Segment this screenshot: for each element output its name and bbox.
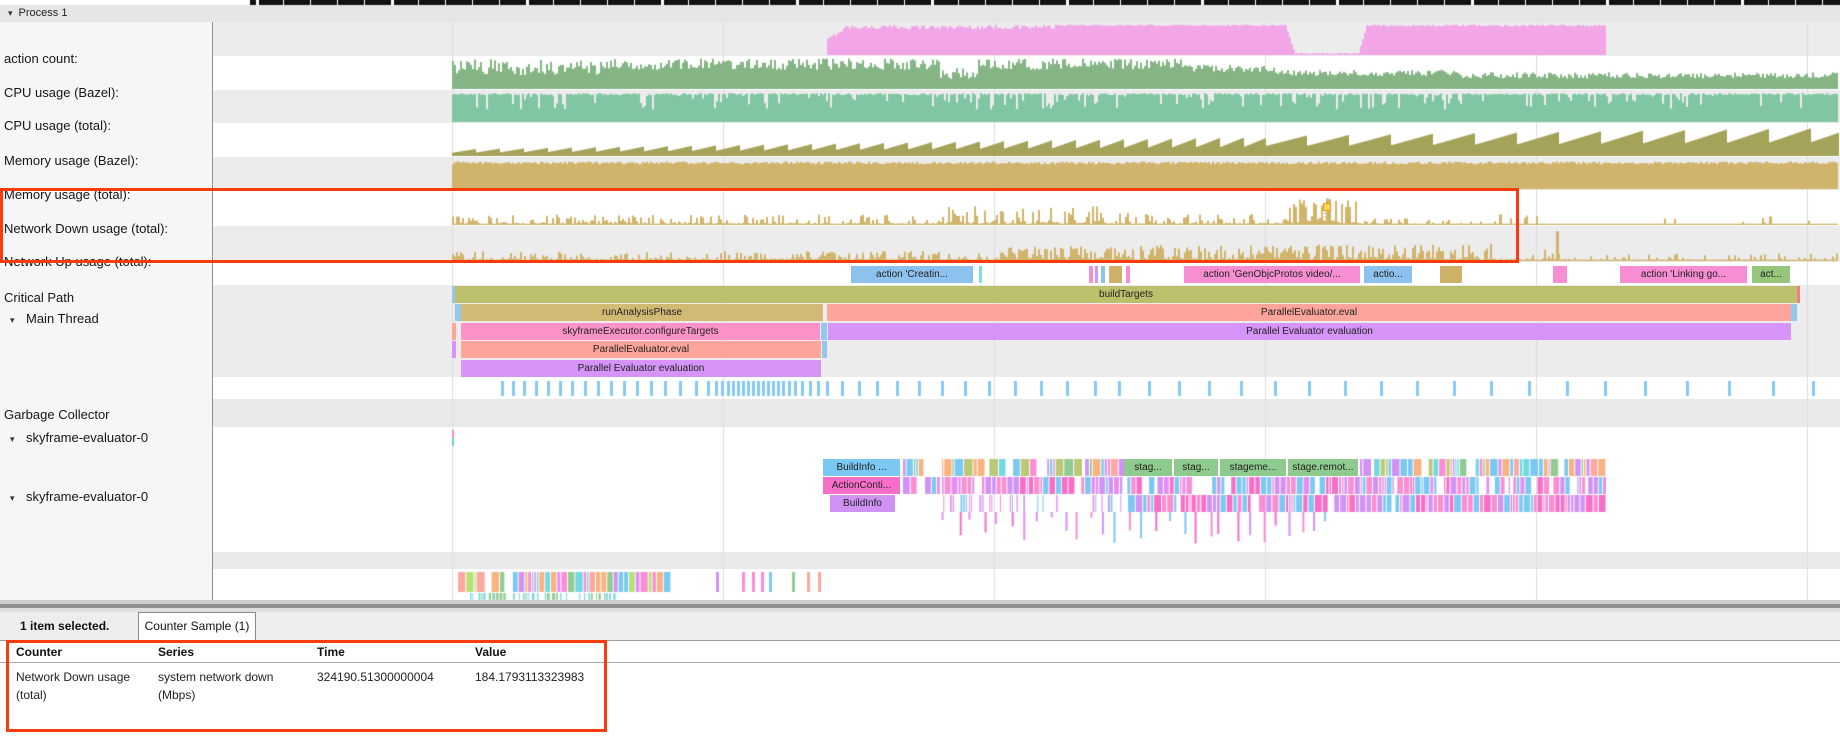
slice-fragment[interactable] [1101,266,1105,283]
track-label: skyframe-evaluator-0 [26,430,148,445]
slice[interactable]: ParallelEvaluator.eval [461,341,821,358]
slice[interactable]: action 'Creatin... [851,266,973,283]
slice[interactable]: runAnalysisPhase [461,304,823,321]
table-cell: (total) [16,686,47,704]
track-label: Memory usage (total): [4,187,130,202]
selection-status: 1 item selected. [20,612,109,640]
slice[interactable]: stageme... [1220,459,1286,476]
table-cell: 184.1793113323983 [475,668,584,686]
sidebar-item-memory-usage-bazel[interactable]: Memory usage (Bazel): [0,153,214,169]
slice[interactable]: ParallelEvaluator.eval [827,304,1791,321]
track-label: Memory usage (Bazel): [4,153,138,168]
track-sidebar: action count: CPU usage (Bazel): CPU usage… [0,22,213,600]
sidebar-item-main-thread[interactable]: ▾Main Thread [0,311,210,327]
track-label: Network Down usage (total): [4,221,168,236]
table-cell: Network Down usage [16,668,130,686]
track-label: Main Thread [26,311,99,326]
column-header-counter: Counter [16,645,62,659]
sidebar-item-garbage-collector[interactable]: Garbage Collector [0,407,214,423]
slice[interactable]: Parallel Evaluator evaluation [461,360,821,377]
track-label: CPU usage (total): [4,118,111,133]
sidebar-item-cpu-usage-total[interactable]: CPU usage (total): [0,118,214,134]
slice[interactable]: action 'Linking go... [1620,266,1747,283]
slice-fragment[interactable] [1553,266,1567,283]
track-label: Network Up usage (total): [4,254,151,269]
column-header-series: Series [158,645,194,659]
slice-fragment[interactable] [452,323,456,340]
slice[interactable]: buildTargets [455,286,1797,303]
table-header-border [0,662,1840,663]
track-label: Critical Path [4,290,74,305]
sidebar-item-network-down-usage-total[interactable]: Network Down usage (total): [0,221,214,237]
details-panel: 1 item selected. Counter Sample (1) Coun… [0,600,1840,742]
sidebar-item-network-up-usage-total[interactable]: Network Up usage (total): [0,254,214,270]
slice[interactable]: stag... [1124,459,1172,476]
collapse-arrow-icon[interactable]: ▾ [10,493,26,504]
trace-viewer: ▾Process 1 action count:CPU usage (Bazel… [0,0,1840,742]
table-cell: system network down [158,668,273,686]
slice[interactable]: stage.remot... [1288,459,1358,476]
slice-fragment[interactable] [1440,266,1462,283]
slice[interactable]: stag... [1174,459,1218,476]
panel-tab-row [0,612,1840,640]
sidebar-item-critical-path[interactable]: Critical Path [0,290,214,306]
slice-fragment[interactable] [1109,266,1122,283]
track-label: CPU usage (Bazel): [4,85,119,100]
table-cell: 324190.51300000004 [317,668,434,686]
slice-fragment[interactable] [979,266,982,283]
slice-fragment[interactable] [1126,266,1130,283]
slice[interactable]: ActionConti... [823,477,900,494]
track-label: action count: [4,51,78,66]
sidebar-item-action-count[interactable]: action count: [0,51,214,67]
slice[interactable]: skyframeExecutor.configureTargets [461,323,820,340]
track-label: skyframe-evaluator-0 [26,489,148,504]
collapse-arrow-icon[interactable]: ▾ [10,434,26,445]
track-label: Garbage Collector [4,407,110,422]
slice[interactable]: act... [1752,266,1790,283]
collapse-arrow-icon[interactable]: ▾ [10,315,26,326]
slice-fragment[interactable] [1791,304,1797,321]
slice[interactable]: BuildInfo ... [823,459,900,476]
slice[interactable]: action 'GenObjcProtos video/... [1184,266,1360,283]
tab-counter-sample[interactable]: Counter Sample (1) [138,612,256,641]
table-cell: (Mbps) [158,686,195,704]
slice[interactable]: BuildInfo [830,495,895,512]
sidebar-item-skyframe-evaluator-0[interactable]: ▾skyframe-evaluator-0 [0,430,210,446]
slice-fragment[interactable] [821,323,827,340]
sidebar-item-cpu-usage-bazel[interactable]: CPU usage (Bazel): [0,85,214,101]
sidebar-item-skyframe-evaluator-0[interactable]: ▾skyframe-evaluator-0 [0,489,210,505]
slice-fragment[interactable] [452,341,456,358]
column-header-time: Time [317,645,345,659]
slice-fragment[interactable] [1089,266,1093,283]
table-top-border [0,640,1840,641]
column-header-value: Value [475,645,506,659]
slice-fragment[interactable] [1797,286,1800,303]
slice[interactable]: actio... [1364,266,1412,283]
slice-fragment[interactable] [1095,266,1098,283]
slice[interactable]: Parallel Evaluator evaluation [828,323,1791,340]
sidebar-item-memory-usage-total[interactable]: Memory usage (total): [0,187,214,203]
slice-fragment[interactable] [822,341,827,358]
